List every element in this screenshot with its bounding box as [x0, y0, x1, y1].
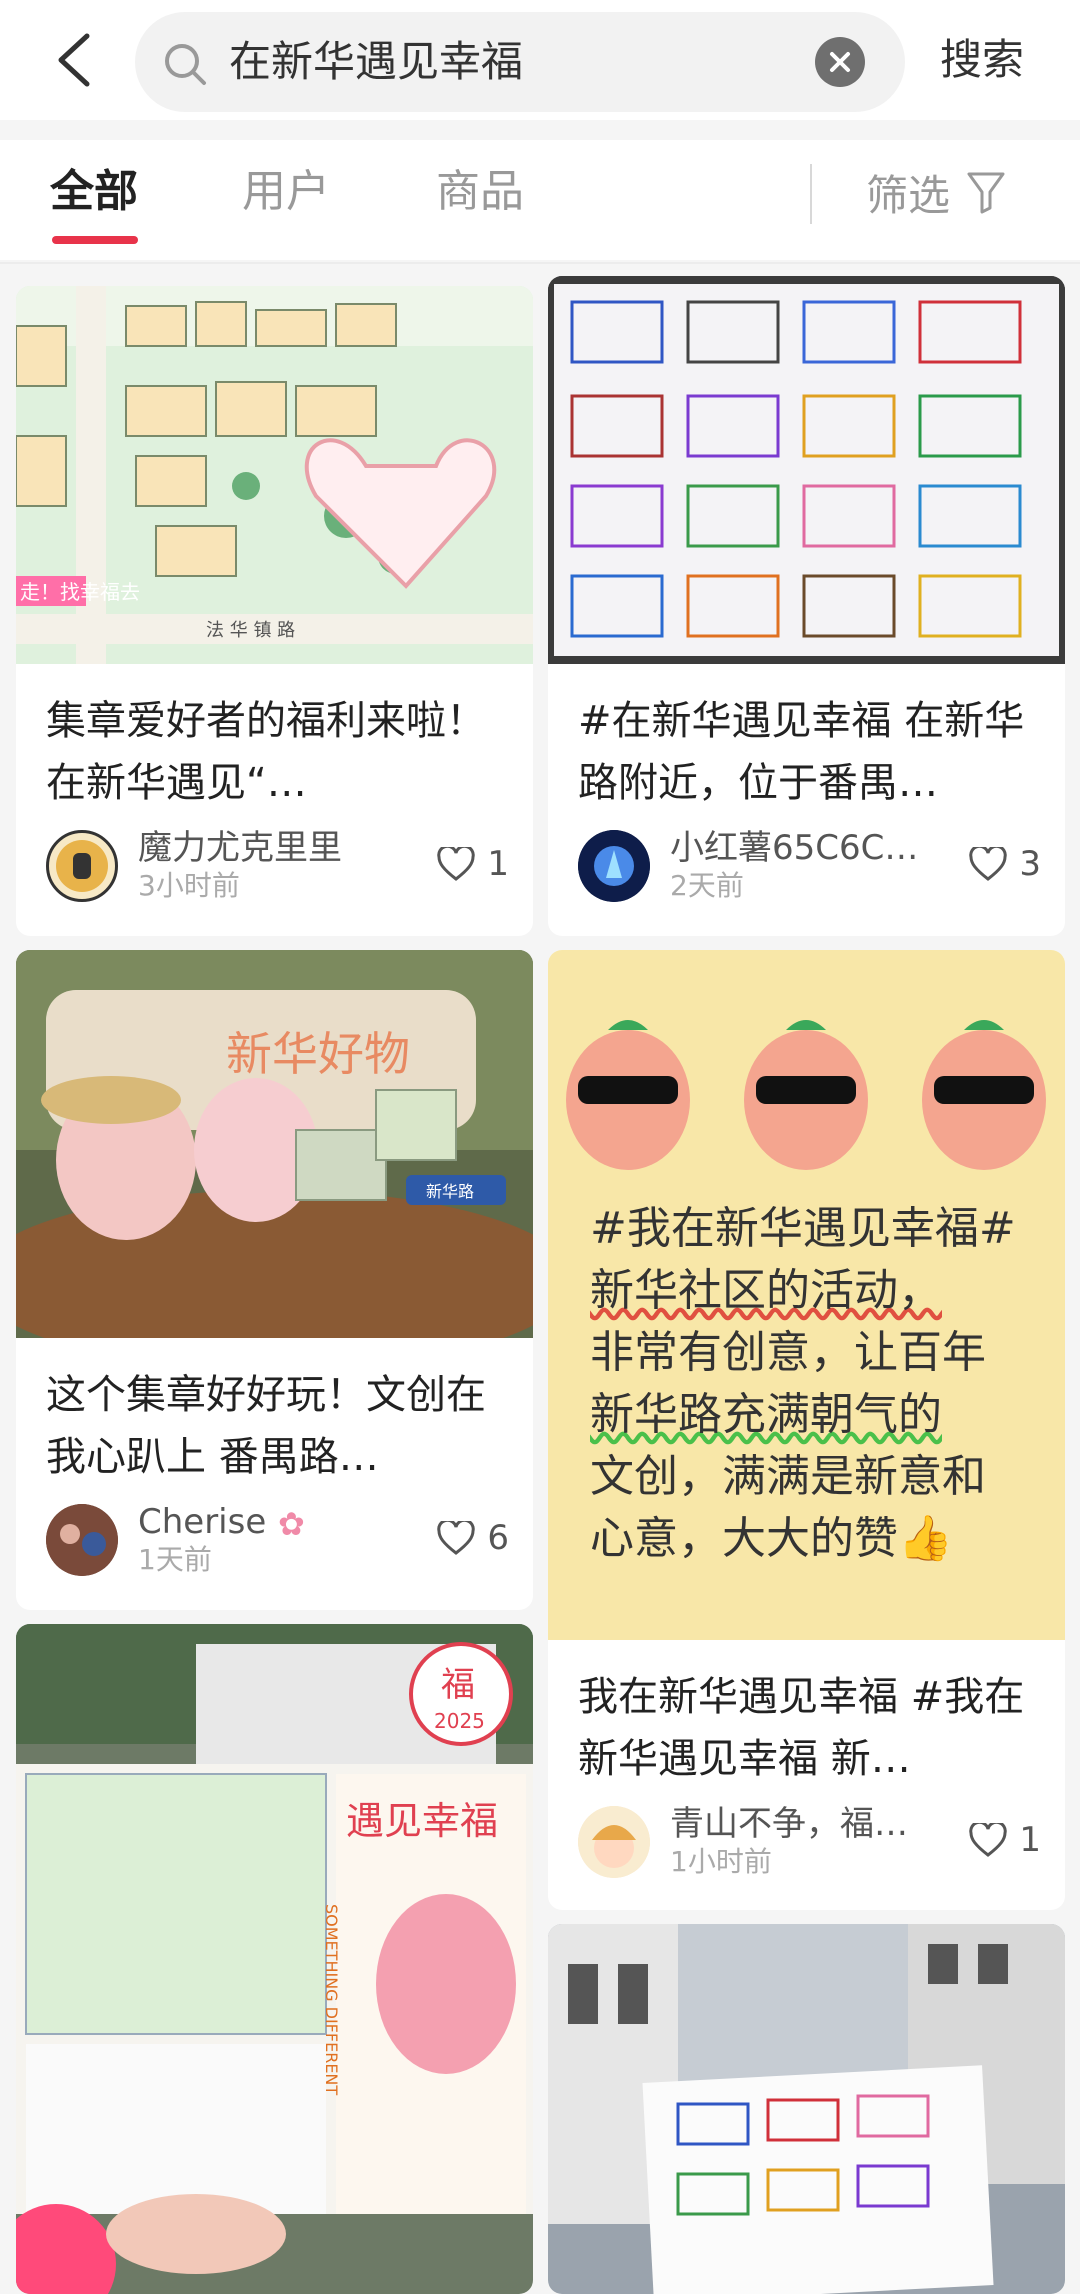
avatar[interactable]	[46, 1504, 118, 1576]
fu-badge: 福	[441, 1665, 475, 1705]
like-count: 1	[1019, 1820, 1041, 1860]
like-button[interactable]: 1	[969, 1818, 1041, 1862]
author-name[interactable]: Cherise	[138, 1500, 266, 1544]
note-meta: 魔力尤克里里 3小时前 1	[46, 826, 509, 906]
keychain-tag: 新华路	[426, 1182, 474, 1201]
note-card[interactable]: #在新华遇见幸福 在新华路附近，位于番禺… 小红薯65C6C82E 2天前 3	[548, 276, 1065, 936]
note-meta: Cherise ✿ 1天前 6	[46, 1500, 509, 1580]
note-card[interactable]: 福 2025 遇见幸福 SOMETHING DIFFERENT	[16, 1624, 533, 2294]
like-button[interactable]: 1	[437, 842, 509, 886]
map-road: 法 华 镇 路	[206, 620, 295, 641]
author-name[interactable]: 魔力尤克里里	[138, 826, 342, 870]
search-icon	[165, 44, 206, 85]
image-caption-line: 新华社区的活动，	[590, 1265, 942, 1316]
search-input[interactable]: 在新华遇见幸福	[135, 12, 905, 112]
fu-badge-year: 2025	[434, 1709, 485, 1733]
tab-all[interactable]: 全部	[50, 162, 138, 222]
note-title: 这个集章好好玩！文创在我心趴上 番禺路…	[46, 1372, 486, 1480]
like-count: 6	[487, 1518, 509, 1558]
heart-icon	[969, 1823, 1008, 1857]
image-caption-line: 心意，大大的赞👍	[590, 1513, 953, 1564]
note-cover-image: 福 2025 遇见幸福 SOMETHING DIFFERENT	[16, 1624, 533, 2294]
note-title: #在新华遇见幸福 在新华路附近，位于番禺…	[578, 698, 1025, 806]
filter-button[interactable]: 筛选	[866, 162, 1006, 222]
note-cover-image: 新华好物 新华路	[16, 950, 533, 1338]
note-meta: 小红薯65C6C82E 2天前 3	[578, 826, 1041, 906]
filter-icon	[967, 172, 1005, 214]
like-count: 3	[1019, 844, 1041, 884]
post-time: 1小时前	[670, 1845, 772, 1878]
note-card[interactable]	[548, 1924, 1065, 2294]
post-time: 2天前	[670, 869, 744, 902]
tab-users[interactable]: 用户	[242, 162, 330, 222]
avatar[interactable]	[578, 1806, 650, 1878]
bag-text: 新华好物	[226, 1027, 410, 1081]
note-title: 集章爱好者的福利来啦！ 在新华遇见“…	[46, 698, 486, 806]
note-title: 我在新华遇见幸福 #我在新华遇见幸福 新…	[578, 1674, 1025, 1782]
like-count: 1	[487, 844, 509, 884]
post-time: 3小时前	[138, 869, 240, 902]
top-bar: 在新华遇见幸福 搜索	[0, 0, 1080, 120]
poster-headline: 遇见幸福	[346, 1799, 498, 1843]
note-cover-image: #我在新华遇见幸福# 新华社区的活动， 非常有创意，让百年 新华路充满朝气的 文…	[548, 950, 1065, 1640]
image-caption-line: 文创，满满是新意和	[590, 1451, 986, 1502]
note-cover-image	[548, 276, 1065, 664]
note-meta: 青山不争，福… 1小时前 1	[578, 1802, 1041, 1882]
heart-icon	[969, 847, 1008, 881]
like-button[interactable]: 3	[969, 842, 1041, 886]
image-caption-line: #我在新华遇见幸福#	[590, 1203, 1016, 1254]
note-cover-image	[548, 1924, 1065, 2294]
active-tab-indicator	[52, 236, 138, 244]
filter-label: 筛选	[866, 170, 951, 220]
avatar[interactable]	[46, 830, 118, 902]
image-caption-line: 非常有创意，让百年	[590, 1327, 986, 1378]
heart-icon	[437, 1521, 476, 1555]
search-button[interactable]: 搜索	[940, 30, 1024, 90]
flower-icon: ✿	[278, 1505, 305, 1543]
author-name[interactable]: 青山不争，福…	[670, 1802, 908, 1846]
image-caption-line: 新华路充满朝气的	[590, 1389, 942, 1440]
tab-bar: 全部 用户 商品 筛选	[0, 140, 1080, 260]
tab-products[interactable]: 商品	[436, 162, 524, 222]
header-divider	[0, 262, 1080, 264]
author-name[interactable]: 小红薯65C6C82E	[670, 826, 930, 870]
note-cover-image: 走！找幸福去 法 华 镇 路	[16, 286, 533, 664]
map-sign: 走！找幸福去	[20, 580, 140, 604]
back-icon[interactable]	[48, 30, 98, 90]
clear-icon[interactable]	[815, 37, 865, 87]
post-time: 1天前	[138, 1543, 212, 1576]
search-query: 在新华遇见幸福	[229, 37, 524, 86]
avatar[interactable]	[578, 830, 650, 902]
note-card[interactable]: #我在新华遇见幸福# 新华社区的活动， 非常有创意，让百年 新华路充满朝气的 文…	[548, 950, 1065, 1910]
like-button[interactable]: 6	[437, 1516, 509, 1560]
heart-icon	[437, 847, 476, 881]
note-card[interactable]: 新华好物 新华路 这个集章好好玩！文创在我心趴上 番禺路… Cherise ✿ …	[16, 950, 533, 1610]
note-card[interactable]: 走！找幸福去 法 华 镇 路 集章爱好者的福利来啦！ 在新华遇见“… 魔力尤克里…	[16, 286, 533, 936]
cool-peach-emoji	[566, 1020, 1046, 1170]
tab-divider	[810, 164, 812, 224]
